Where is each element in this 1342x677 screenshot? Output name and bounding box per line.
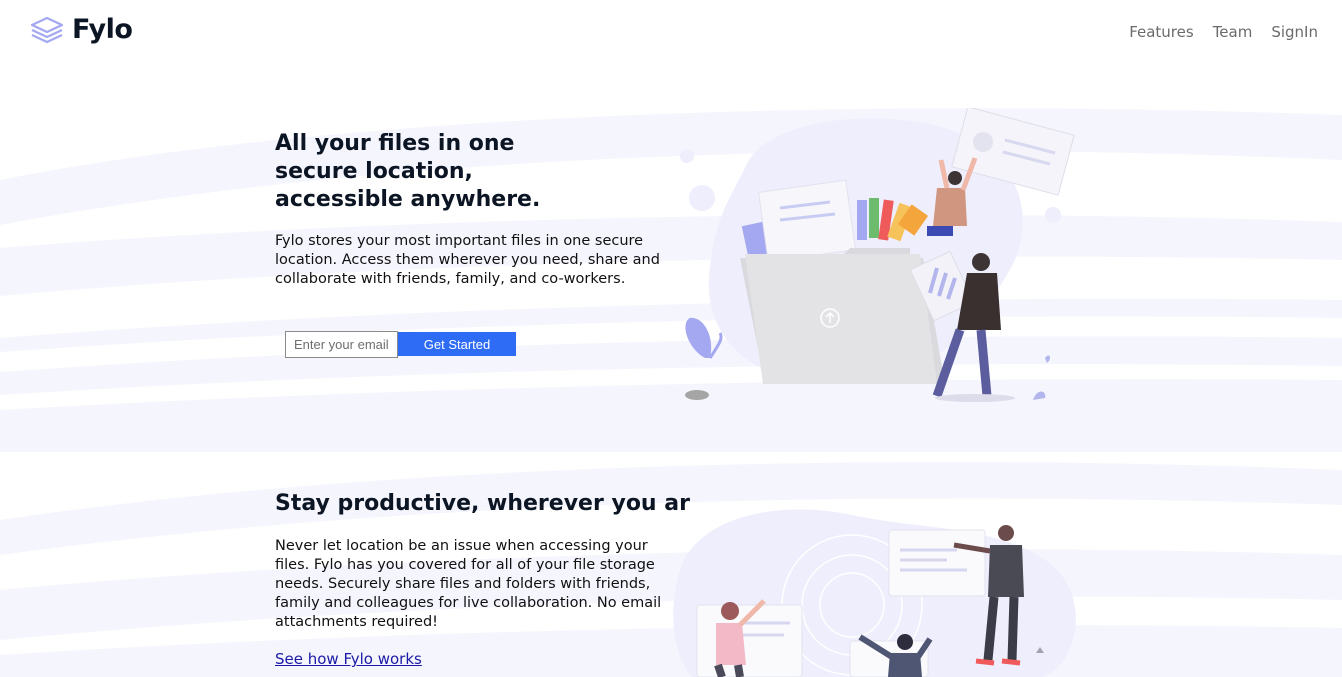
brand-logo[interactable]: Fylo	[30, 14, 133, 45]
hero-illustration	[680, 108, 1075, 402]
nav-link-team[interactable]: Team	[1213, 23, 1253, 41]
hero-title: All your files in one secure location, a…	[275, 131, 541, 212]
productive-description: Never let location be an issue when acce…	[275, 538, 662, 630]
hero-description: Fylo stores your most important files in…	[275, 233, 660, 287]
see-how-link[interactable]: See how Fylo works	[275, 650, 422, 668]
layers-logo-icon	[30, 16, 64, 43]
signup-form: Get Started	[285, 331, 516, 358]
site-header: Fylo Features Team SignIn	[0, 0, 1342, 66]
nav-link-features[interactable]: Features	[1129, 23, 1194, 41]
hero-section: All your files in one secure location, a…	[275, 130, 665, 289]
brand-name: Fylo	[72, 14, 133, 45]
nav-link-signin[interactable]: SignIn	[1271, 23, 1318, 41]
get-started-button[interactable]: Get Started	[398, 332, 516, 356]
productive-title: Stay productive, wherever you ar	[275, 491, 690, 516]
productive-section: Stay productive, wherever you ar Never l…	[275, 489, 690, 668]
collaboration-illustration	[673, 509, 1076, 677]
main-nav: Features Team SignIn	[1129, 23, 1318, 41]
email-input[interactable]	[285, 331, 398, 358]
page: Fylo Features Team SignIn All your files…	[0, 0, 1342, 677]
